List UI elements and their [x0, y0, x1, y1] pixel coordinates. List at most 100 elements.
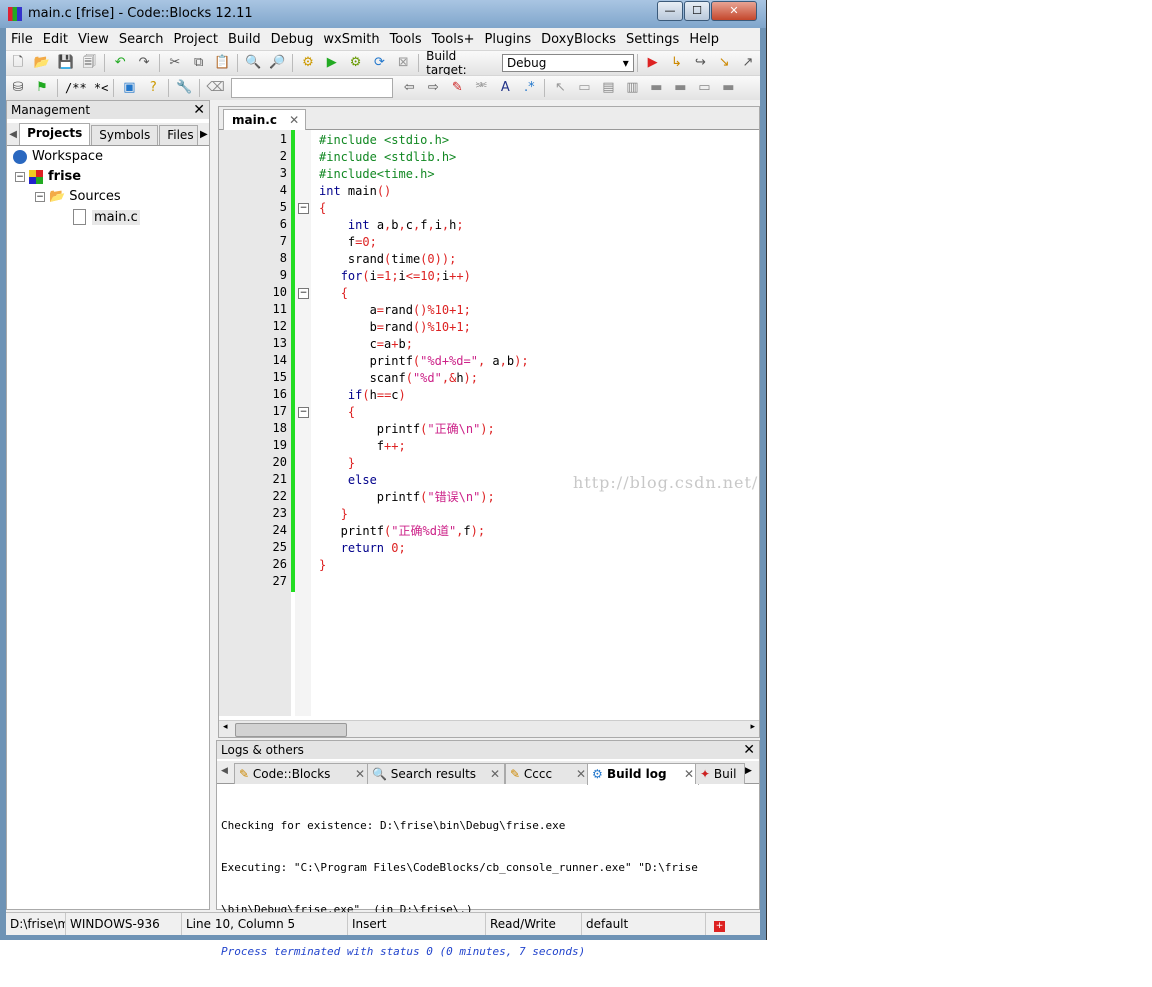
tab-scroll-left-icon[interactable]: ◀	[7, 129, 19, 140]
menu-doxyblocks[interactable]: DoxyBlocks	[536, 32, 621, 47]
arrow-left-icon[interactable]: ⇦	[400, 79, 418, 97]
save-icon[interactable]: 💾	[57, 54, 75, 72]
build-and-run-icon[interactable]: ⚙	[347, 54, 365, 72]
menu-build[interactable]: Build	[223, 32, 266, 47]
tree-folder-sources[interactable]: − 📂 Sources	[35, 189, 121, 204]
scroll-thumb[interactable]	[235, 723, 347, 737]
replace-icon[interactable]: 🔎	[268, 54, 286, 72]
collapse-icon[interactable]: −	[35, 191, 45, 202]
search-icon: 🔍	[372, 767, 387, 781]
minimize-button[interactable]: —	[657, 1, 683, 21]
menu-tools[interactable]: Tools	[385, 32, 427, 47]
menu-help[interactable]: Help	[684, 32, 724, 47]
copy-icon[interactable]: ⧉	[190, 54, 208, 72]
menu-search[interactable]: Search	[114, 32, 169, 47]
log-tab-close-icon[interactable]: ✕	[490, 764, 500, 784]
logs-close-icon[interactable]: ✕	[743, 741, 755, 759]
wrench-icon[interactable]: 🔧	[175, 79, 193, 97]
debug-start-icon[interactable]: ▶	[644, 54, 662, 72]
layout-3-icon[interactable]: ▭	[695, 79, 713, 97]
paste-icon[interactable]: 📋	[214, 54, 232, 72]
tab-scroll-right-icon[interactable]: ▶	[199, 129, 209, 140]
save-all-icon[interactable]: 🗐	[80, 54, 98, 72]
build-target-select[interactable]: Debug ▾	[501, 54, 634, 72]
rebuild-icon[interactable]: ⟳	[371, 54, 389, 72]
log-tab-build-messages[interactable]: ✦ Buil	[695, 763, 745, 784]
next-line-icon[interactable]: ↪	[691, 54, 709, 72]
layout-1-icon[interactable]: ▬	[647, 79, 665, 97]
rectangle-icon[interactable]: ▭	[575, 79, 593, 97]
find-icon[interactable]: 🔍	[244, 54, 262, 72]
fold-toggle-icon[interactable]: −	[298, 203, 309, 214]
menu-edit[interactable]: Edit	[38, 32, 73, 47]
tab-files[interactable]: Files	[159, 125, 198, 145]
run-to-cursor-icon[interactable]: ↳	[668, 54, 686, 72]
scroll-left-icon[interactable]: ◂	[223, 722, 228, 732]
menu-tools-plus[interactable]: Tools+	[427, 32, 480, 47]
log-tab-scroll-right-icon[interactable]: ▶	[745, 766, 752, 776]
pointer-icon[interactable]: ↖	[551, 79, 569, 97]
tree-project[interactable]: − frise	[15, 169, 81, 184]
tab-projects[interactable]: Projects	[19, 123, 91, 145]
menu-debug[interactable]: Debug	[266, 32, 319, 47]
close-button[interactable]: ✕	[711, 1, 757, 21]
doxy-comment-button[interactable]: /** *<	[65, 81, 108, 95]
log-tab-close-icon[interactable]: ✕	[684, 764, 694, 784]
step-out-icon[interactable]: ↗	[739, 54, 757, 72]
arrow-right-icon[interactable]: ⇨	[424, 79, 442, 97]
tree-workspace[interactable]: Workspace	[13, 149, 103, 164]
text-style-icon[interactable]: A	[496, 79, 514, 97]
image-icon[interactable]: ▤	[599, 79, 617, 97]
build-gear-icon[interactable]: ⚙	[299, 54, 317, 72]
menu-view[interactable]: View	[73, 32, 114, 47]
step-into-icon[interactable]: ↘	[715, 54, 733, 72]
html-help-icon[interactable]: ▣	[120, 79, 138, 97]
log-tab-cccc[interactable]: ✎ Cccc ✕	[505, 763, 591, 784]
log-tab-close-icon[interactable]: ✕	[355, 764, 365, 784]
clear-search-icon[interactable]: ⌫	[206, 79, 224, 97]
log-tab-close-icon[interactable]: ✕	[576, 764, 586, 784]
new-file-icon[interactable]: 🗋	[9, 54, 27, 72]
maximize-button[interactable]: ☐	[684, 1, 710, 21]
database-icon[interactable]: ⛁	[9, 79, 27, 97]
bitmap-icon[interactable]: ▥	[623, 79, 641, 97]
highlight-pen-icon[interactable]: ✎	[448, 79, 466, 97]
log-tab-scroll-left-icon[interactable]: ◀	[221, 766, 228, 776]
layout-4-icon[interactable]: ▬	[719, 79, 737, 97]
log-tab-search-results[interactable]: 🔍 Search results ✕	[367, 763, 505, 784]
redo-icon[interactable]: ↷	[135, 54, 153, 72]
fold-toggle-icon[interactable]: −	[298, 407, 309, 418]
open-folder-icon[interactable]: 📂	[33, 54, 51, 72]
run-icon[interactable]: ▶	[323, 54, 341, 72]
undo-icon[interactable]: ↶	[111, 54, 129, 72]
run-green-icon[interactable]: ⚑	[33, 79, 51, 97]
management-close-icon[interactable]: ✕	[193, 101, 205, 119]
title-bar[interactable]: main.c [frise] - Code::Blocks 12.11 — ☐ …	[0, 0, 766, 28]
editor-tab-close-icon[interactable]: ✕	[289, 113, 299, 127]
fold-toggle-icon[interactable]: −	[298, 288, 309, 299]
tree-file-main-c[interactable]: main.c	[73, 209, 140, 225]
collapse-icon[interactable]: −	[15, 171, 25, 182]
match-brace-icon[interactable]: ⎃	[472, 79, 490, 97]
code-line: c=a+b;	[319, 337, 413, 351]
abort-icon[interactable]: ⊠	[394, 54, 412, 72]
menu-plugins[interactable]: Plugins	[480, 32, 537, 47]
horizontal-scrollbar[interactable]: ◂ ▸	[219, 720, 759, 737]
help-question-icon[interactable]: ?	[144, 79, 162, 97]
quick-search-input[interactable]	[231, 78, 394, 98]
menu-settings[interactable]: Settings	[621, 32, 684, 47]
scroll-right-icon[interactable]: ▸	[750, 722, 755, 732]
menu-project[interactable]: Project	[168, 32, 222, 47]
editor-tab-main-c[interactable]: main.c ✕	[223, 109, 307, 130]
code-area[interactable]: http://blog.csdn.net/ #include <stdio.h>…	[311, 130, 759, 716]
tab-symbols[interactable]: Symbols	[91, 125, 159, 145]
log-tab-codeblocks[interactable]: ✎ Code::Blocks ✕	[234, 763, 370, 784]
menu-file[interactable]: File	[6, 32, 38, 47]
log-tab-cccc-label: Cccc	[523, 767, 553, 781]
regex-icon[interactable]: .*	[520, 79, 538, 97]
cut-icon[interactable]: ✂	[166, 54, 184, 72]
menu-wxsmith[interactable]: wxSmith	[318, 32, 384, 47]
log-tab-build-log[interactable]: ⚙ Build log ✕	[587, 763, 699, 785]
layout-2-icon[interactable]: ▬	[671, 79, 689, 97]
code-line: scanf("%d",&h);	[319, 371, 479, 385]
